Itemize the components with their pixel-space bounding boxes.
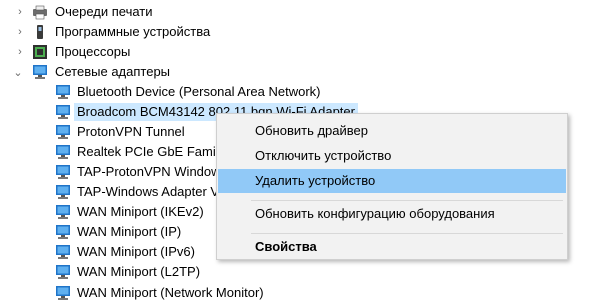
network-adapter-icon [56,245,70,259]
chevron-down-icon[interactable]: ⌄ [13,66,23,79]
processor-icon [33,45,47,59]
menu-item-uninstall-device[interactable]: Удалить устройство [218,169,566,193]
category-label: Процессоры [55,44,131,59]
network-adapter-icon [56,205,70,219]
network-adapter-icon [56,165,70,179]
device-label: WAN Miniport (Network Monitor) [77,285,264,300]
device-label: WAN Miniport (IPv6) [77,244,195,259]
network-adapter-icon [56,85,70,99]
device-label: ProtonVPN Tunnel [77,124,185,139]
category-label: Сетевые адаптеры [55,64,171,79]
tree-category-network-adapters[interactable]: ⌄ Сетевые адаптеры [0,62,300,82]
context-menu: Обновить драйвер Отключить устройство Уд… [216,113,568,260]
menu-separator [251,200,563,201]
menu-item-properties[interactable]: Свойства [218,235,566,259]
menu-separator [251,233,563,234]
software-device-icon [37,25,43,39]
category-label: Программные устройства [55,24,211,39]
network-adapter-icon [56,145,70,159]
menu-item-scan-hardware-changes[interactable]: Обновить конфигурацию оборудования [218,202,566,226]
network-adapter-icon [56,265,70,279]
chevron-right-icon[interactable]: › [15,46,25,58]
chevron-right-icon[interactable]: › [15,26,25,38]
network-adapter-icon [56,286,70,300]
device-label: WAN Miniport (IP) [77,224,182,239]
network-adapter-icon [56,105,70,119]
tree-category-processors[interactable]: › Процессоры [0,42,300,62]
network-adapter-icon [33,65,47,79]
device-label: WAN Miniport (IKEv2) [77,204,204,219]
device-label: WAN Miniport (L2TP) [77,264,201,279]
network-adapter-icon [56,125,70,139]
category-label: Очереди печати [55,4,153,19]
print-queue-icon [33,5,47,20]
device-label: Bluetooth Device (Personal Area Network) [77,84,321,99]
menu-item-disable-device[interactable]: Отключить устройство [218,144,566,168]
menu-item-update-driver[interactable]: Обновить драйвер [218,119,566,143]
device-item[interactable]: Bluetooth Device (Personal Area Network) [0,82,340,102]
device-label: TAP-Windows Adapter V9 [77,184,227,199]
tree-category-software-devices[interactable]: › Программные устройства [0,22,300,42]
network-adapter-icon [56,225,70,239]
chevron-right-icon[interactable]: › [15,6,25,18]
network-adapter-icon [56,185,70,199]
tree-category-print-queues[interactable]: › Очереди печати [0,2,300,22]
device-item[interactable]: WAN Miniport (L2TP) [0,262,300,282]
device-item[interactable]: WAN Miniport (Network Monitor) [0,283,320,303]
